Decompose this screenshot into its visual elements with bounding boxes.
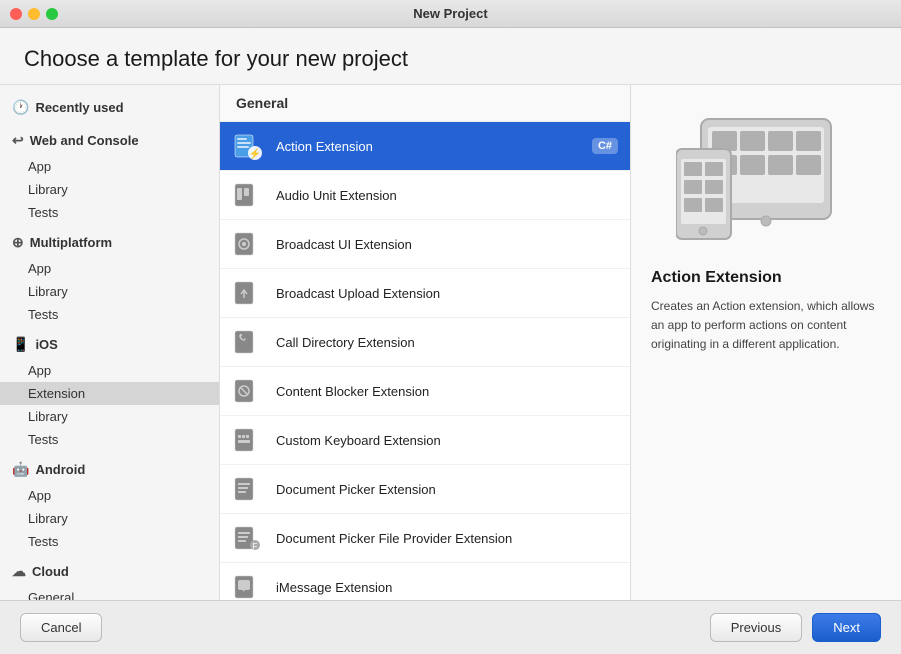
sidebar-section-ios: 📱 iOS App Extension Library Tests: [0, 330, 219, 451]
sidebar-section-header-multiplatform[interactable]: ⊕ Multiplatform: [0, 228, 219, 257]
sidebar-section-recently-used: 🕐 Recently used: [0, 93, 219, 122]
sidebar-section-header-web-console[interactable]: ↩ Web and Console: [0, 126, 219, 155]
detail-illustration: [651, 109, 881, 249]
main-header: Choose a template for your new project: [0, 28, 901, 85]
title-bar: New Project: [0, 0, 901, 28]
document-picker-icon: [232, 473, 264, 505]
minimize-button[interactable]: [28, 8, 40, 20]
template-item-content-blocker[interactable]: Content Blocker Extension: [220, 367, 630, 416]
sidebar-section-label-android: Android: [35, 462, 85, 477]
template-name-custom-keyboard: Custom Keyboard Extension: [276, 433, 618, 448]
sidebar-item-web-app[interactable]: App: [0, 155, 219, 178]
cloud-icon: ☁: [12, 563, 26, 580]
template-item-custom-keyboard[interactable]: Custom Keyboard Extension: [220, 416, 630, 465]
call-directory-icon: [232, 326, 264, 358]
sidebar-item-ios-tests[interactable]: Tests: [0, 428, 219, 451]
return-icon: ↩: [12, 132, 24, 149]
clock-icon: 🕐: [12, 99, 29, 116]
android-icon: 🤖: [12, 461, 29, 478]
broadcast-upload-icon: [232, 277, 264, 309]
sidebar-section-header-cloud[interactable]: ☁ Cloud: [0, 557, 219, 586]
broadcast-ui-icon: [232, 228, 264, 260]
cs-badge-action-extension: C#: [592, 138, 618, 154]
sidebar-section-header-ios[interactable]: 📱 iOS: [0, 330, 219, 359]
page-title: Choose a template for your new project: [24, 46, 877, 72]
template-name-call-directory: Call Directory Extension: [276, 335, 618, 350]
sidebar: 🕐 Recently used ↩ Web and Console App Li…: [0, 85, 220, 600]
template-name-document-picker-file-provider: Document Picker File Provider Extension: [276, 531, 618, 546]
sidebar-item-android-app[interactable]: App: [0, 484, 219, 507]
sidebar-section-cloud: ☁ Cloud General: [0, 557, 219, 600]
custom-keyboard-icon: [232, 424, 264, 456]
content-blocker-icon: [232, 375, 264, 407]
template-item-document-picker[interactable]: Document Picker Extension: [220, 465, 630, 514]
svg-text:⚡: ⚡: [249, 147, 261, 160]
template-name-imessage: iMessage Extension: [276, 580, 618, 595]
template-item-call-directory[interactable]: Call Directory Extension: [220, 318, 630, 367]
detail-title: Action Extension: [651, 269, 782, 287]
sidebar-item-multi-tests[interactable]: Tests: [0, 303, 219, 326]
template-list: ⚡ Action Extension C# Audio Unit Extensi…: [220, 122, 630, 600]
sidebar-section-label-ios: iOS: [35, 337, 57, 352]
sidebar-section-header-android[interactable]: 🤖 Android: [0, 455, 219, 484]
imessage-icon: [232, 571, 264, 600]
document-picker-file-provider-icon: F: [232, 522, 264, 554]
detail-description: Creates an Action extension, which allow…: [651, 297, 881, 355]
sidebar-section-android: 🤖 Android App Library Tests: [0, 455, 219, 553]
sidebar-item-android-library[interactable]: Library: [0, 507, 219, 530]
sidebar-item-multi-library[interactable]: Library: [0, 280, 219, 303]
template-name-broadcast-upload: Broadcast Upload Extension: [276, 286, 618, 301]
content-area: 🕐 Recently used ↩ Web and Console App Li…: [0, 85, 901, 600]
ios-icon: 📱: [12, 336, 29, 353]
previous-button[interactable]: Previous: [710, 613, 803, 642]
window-title: New Project: [413, 6, 487, 21]
template-name-broadcast-ui: Broadcast UI Extension: [276, 237, 618, 252]
template-name-audio-unit: Audio Unit Extension: [276, 188, 618, 203]
template-item-imessage[interactable]: iMessage Extension: [220, 563, 630, 600]
sidebar-section-label-recently-used: Recently used: [35, 100, 123, 115]
maximize-button[interactable]: [46, 8, 58, 20]
sidebar-item-web-tests[interactable]: Tests: [0, 201, 219, 224]
action-extension-icon: ⚡: [232, 130, 264, 162]
template-item-action-extension[interactable]: ⚡ Action Extension C#: [220, 122, 630, 171]
template-item-audio-unit[interactable]: Audio Unit Extension: [220, 171, 630, 220]
sidebar-section-label-web-console: Web and Console: [30, 133, 139, 148]
close-button[interactable]: [10, 8, 22, 20]
sidebar-item-web-library[interactable]: Library: [0, 178, 219, 201]
footer: Cancel Previous Next: [0, 600, 901, 654]
sidebar-section-label-cloud: Cloud: [32, 564, 69, 579]
sidebar-item-ios-library[interactable]: Library: [0, 405, 219, 428]
template-panel: General ⚡ Action Extension C#: [220, 85, 631, 600]
template-item-broadcast-upload[interactable]: Broadcast Upload Extension: [220, 269, 630, 318]
sidebar-section-header-recently-used[interactable]: 🕐 Recently used: [0, 93, 219, 122]
sidebar-item-ios-app[interactable]: App: [0, 359, 219, 382]
sidebar-item-cloud-general[interactable]: General: [0, 586, 219, 600]
template-panel-header: General: [220, 85, 630, 122]
window-controls: [10, 8, 58, 20]
sidebar-section-label-multiplatform: Multiplatform: [30, 235, 112, 250]
detail-panel: Action Extension Creates an Action exten…: [631, 85, 901, 600]
sidebar-item-android-tests[interactable]: Tests: [0, 530, 219, 553]
template-name-document-picker: Document Picker Extension: [276, 482, 618, 497]
sidebar-section-multiplatform: ⊕ Multiplatform App Library Tests: [0, 228, 219, 326]
sidebar-section-web-console: ↩ Web and Console App Library Tests: [0, 126, 219, 224]
next-button[interactable]: Next: [812, 613, 881, 642]
multiplatform-icon: ⊕: [12, 234, 24, 251]
template-item-document-picker-file-provider[interactable]: F Document Picker File Provider Extensio…: [220, 514, 630, 563]
svg-text:F: F: [253, 542, 258, 551]
sidebar-item-ios-extension[interactable]: Extension: [0, 382, 219, 405]
template-item-broadcast-ui[interactable]: Broadcast UI Extension: [220, 220, 630, 269]
cancel-button[interactable]: Cancel: [20, 613, 102, 642]
sidebar-item-multi-app[interactable]: App: [0, 257, 219, 280]
template-name-content-blocker: Content Blocker Extension: [276, 384, 618, 399]
template-name-action-extension: Action Extension: [276, 139, 580, 154]
audio-unit-icon: [232, 179, 264, 211]
footer-right: Previous Next: [710, 613, 881, 642]
